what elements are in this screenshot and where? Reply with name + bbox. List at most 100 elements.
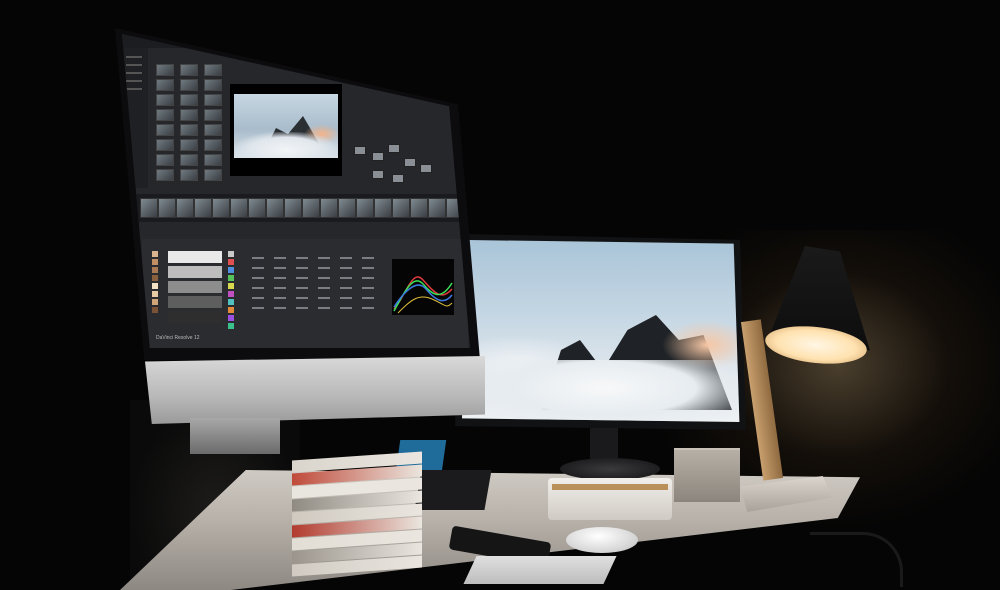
parameter-value[interactable]: [340, 277, 352, 279]
parameter-value[interactable]: [340, 267, 352, 269]
media-thumbnail[interactable]: [204, 94, 222, 106]
parameter-value[interactable]: [274, 267, 286, 269]
parameter-value[interactable]: [296, 307, 308, 309]
parameter-value[interactable]: [318, 297, 330, 299]
video-viewer: [230, 84, 342, 176]
sidebar-item[interactable]: [126, 64, 142, 66]
parameter-value[interactable]: [252, 257, 264, 259]
parameter-value[interactable]: [362, 297, 374, 299]
timeline-clip[interactable]: [248, 198, 266, 218]
timeline-clip[interactable]: [158, 198, 176, 218]
media-thumbnail[interactable]: [204, 139, 222, 151]
parameter-value[interactable]: [340, 287, 352, 289]
timeline-clip[interactable]: [410, 198, 428, 218]
media-thumbnail[interactable]: [204, 64, 222, 76]
parameter-value[interactable]: [274, 287, 286, 289]
parameter-value[interactable]: [318, 267, 330, 269]
media-thumbnail[interactable]: [156, 154, 174, 166]
media-thumbnail[interactable]: [180, 79, 198, 91]
color-node[interactable]: [354, 146, 366, 155]
timeline-clip[interactable]: [194, 198, 212, 218]
timeline-clip[interactable]: [428, 198, 446, 218]
parameter-value[interactable]: [252, 277, 264, 279]
timeline-clip[interactable]: [230, 198, 248, 218]
parameter-value[interactable]: [318, 257, 330, 259]
parameter-value[interactable]: [340, 297, 352, 299]
parameter-value[interactable]: [318, 287, 330, 289]
sidebar-item[interactable]: [126, 72, 142, 74]
color-node[interactable]: [404, 158, 416, 167]
parameter-value[interactable]: [318, 277, 330, 279]
media-thumbnail[interactable]: [204, 169, 222, 181]
cable: [810, 532, 903, 587]
media-thumbnail[interactable]: [180, 109, 198, 121]
tray-wood-lid: [552, 484, 668, 490]
timeline-clip[interactable]: [266, 198, 284, 218]
timeline-clip[interactable]: [392, 198, 410, 218]
media-thumbnail[interactable]: [156, 79, 174, 91]
timeline-clip[interactable]: [302, 198, 320, 218]
color-swatch: [152, 251, 158, 257]
timeline-clip[interactable]: [338, 198, 356, 218]
parameter-value[interactable]: [252, 307, 264, 309]
parameter-value[interactable]: [296, 287, 308, 289]
timeline-clip[interactable]: [284, 198, 302, 218]
color-swatch: [228, 267, 234, 273]
parameter-value[interactable]: [274, 277, 286, 279]
color-node[interactable]: [392, 174, 404, 183]
parameter-value[interactable]: [318, 307, 330, 309]
color-node[interactable]: [372, 170, 384, 179]
parameter-value[interactable]: [362, 307, 374, 309]
media-thumbnail[interactable]: [156, 169, 174, 181]
timeline-clip[interactable]: [374, 198, 392, 218]
parameter-value[interactable]: [296, 267, 308, 269]
parameter-value[interactable]: [362, 277, 374, 279]
app-menu-bar: [122, 34, 470, 48]
parameter-value[interactable]: [296, 297, 308, 299]
media-thumbnail[interactable]: [156, 64, 174, 76]
media-thumbnail[interactable]: [180, 154, 198, 166]
parameter-value[interactable]: [252, 287, 264, 289]
parameter-value[interactable]: [274, 297, 286, 299]
parameter-value[interactable]: [274, 307, 286, 309]
timeline-clip[interactable]: [212, 198, 230, 218]
media-thumbnail[interactable]: [156, 139, 174, 151]
media-thumbnail[interactable]: [180, 169, 198, 181]
timeline-clip[interactable]: [320, 198, 338, 218]
media-thumbnail[interactable]: [180, 139, 198, 151]
media-thumbnail[interactable]: [156, 124, 174, 136]
media-thumbnail[interactable]: [156, 109, 174, 121]
parameter-value[interactable]: [296, 277, 308, 279]
parameter-value[interactable]: [340, 257, 352, 259]
media-thumbnail[interactable]: [156, 94, 174, 106]
parameter-value[interactable]: [274, 257, 286, 259]
imac-stand: [190, 418, 280, 454]
sidebar-item[interactable]: [126, 56, 142, 58]
media-thumbnail[interactable]: [204, 124, 222, 136]
timeline-clips: [136, 194, 466, 222]
viewer-frame: [234, 94, 338, 158]
timeline-clip[interactable]: [140, 198, 158, 218]
media-thumbnail[interactable]: [204, 154, 222, 166]
parameter-value[interactable]: [362, 287, 374, 289]
timeline-clip[interactable]: [176, 198, 194, 218]
parameter-value[interactable]: [340, 307, 352, 309]
parameter-value[interactable]: [362, 257, 374, 259]
color-swatch: [152, 307, 158, 313]
sidebar-item[interactable]: [126, 88, 142, 90]
parameter-value[interactable]: [296, 257, 308, 259]
media-thumbnail[interactable]: [180, 64, 198, 76]
parameter-value[interactable]: [362, 267, 374, 269]
sidebar-item[interactable]: [126, 80, 142, 82]
color-node[interactable]: [388, 144, 400, 153]
parameter-value[interactable]: [252, 297, 264, 299]
color-node[interactable]: [372, 152, 384, 161]
color-node[interactable]: [420, 164, 432, 173]
media-thumbnail[interactable]: [180, 94, 198, 106]
media-thumbnail[interactable]: [204, 79, 222, 91]
media-thumbnail[interactable]: [204, 109, 222, 121]
parameter-value[interactable]: [252, 267, 264, 269]
timeline-clip[interactable]: [356, 198, 374, 218]
media-thumbnail[interactable]: [180, 124, 198, 136]
gray-swatch: [168, 251, 222, 263]
